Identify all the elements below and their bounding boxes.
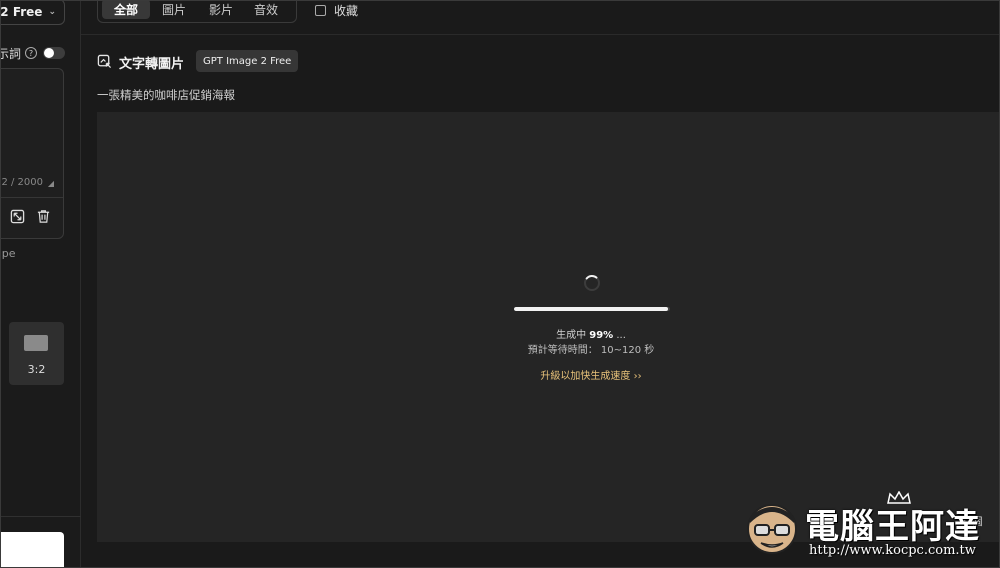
watermark: 電腦王阿達 http://www.kocpc.com.tw bbox=[743, 491, 999, 567]
app-window: 2 Free ⌄ 示詞 ? 2 / 2000 ◢ ape 3:2 bbox=[0, 0, 1000, 568]
ratio-option-3-2[interactable]: 3:2 bbox=[9, 322, 64, 385]
trash-icon[interactable] bbox=[36, 209, 51, 224]
status-suffix: ... bbox=[613, 330, 626, 341]
generate-button[interactable] bbox=[1, 532, 64, 567]
expand-icon[interactable] bbox=[10, 209, 25, 224]
resize-handle-icon[interactable]: ◢ bbox=[48, 179, 54, 188]
ratio-label: 3:2 bbox=[27, 363, 46, 376]
prompt-label-row: 示詞 ? bbox=[1, 45, 67, 61]
text-to-image-icon bbox=[97, 54, 112, 69]
favorites-label: 收藏 bbox=[334, 4, 359, 18]
aspect-label: ape bbox=[1, 247, 16, 260]
loading-spinner-icon bbox=[584, 275, 600, 291]
sidebar: 2 Free ⌄ 示詞 ? 2 / 2000 ◢ ape 3:2 bbox=[0, 1, 81, 567]
upgrade-link[interactable]: 升級以加快生成速度 ›› bbox=[441, 367, 741, 382]
help-icon[interactable]: ? bbox=[25, 47, 38, 59]
sidebar-divider bbox=[1, 516, 81, 517]
tab-images[interactable]: 圖片 bbox=[150, 1, 198, 19]
eta-text: 預計等待時間： 10~120 秒 bbox=[527, 345, 655, 356]
prompt-textarea[interactable]: 2 / 2000 ◢ bbox=[1, 68, 64, 239]
header-divider bbox=[81, 34, 999, 35]
favorites-checkbox[interactable] bbox=[315, 5, 326, 16]
tab-audio[interactable]: 音效 bbox=[244, 1, 288, 19]
mascot-logo-icon bbox=[747, 504, 797, 554]
tab-videos[interactable]: 影片 bbox=[198, 1, 244, 19]
watermark-url: http://www.kocpc.com.tw bbox=[809, 543, 976, 558]
task-title: 文字轉圖片 bbox=[119, 57, 185, 72]
prompt-label: 示詞 bbox=[1, 46, 22, 61]
model-select[interactable]: 2 Free ⌄ bbox=[0, 1, 65, 25]
model-select-value: 2 Free bbox=[0, 5, 43, 19]
filter-tabs: 全部 圖片 影片 音效 bbox=[97, 1, 297, 23]
progress-percent: 99% bbox=[589, 330, 614, 341]
chevron-down-icon: ⌄ bbox=[48, 7, 56, 17]
prompt-toggle[interactable] bbox=[43, 47, 66, 59]
favorites-filter[interactable]: 收藏 bbox=[315, 2, 358, 19]
model-badge: GPT Image 2 Free bbox=[196, 50, 299, 72]
prompt-divider bbox=[1, 197, 63, 198]
progress-fill bbox=[514, 307, 669, 311]
progress-bar bbox=[514, 307, 670, 311]
generation-status: 生成中 99% ... bbox=[441, 326, 741, 341]
char-count: 2 / 2000 bbox=[1, 177, 43, 188]
status-prefix: 生成中 bbox=[556, 330, 590, 341]
ratio-shape-icon bbox=[24, 335, 48, 351]
watermark-title: 電腦王阿達 bbox=[805, 507, 980, 547]
toggle-knob bbox=[44, 48, 55, 58]
tab-all[interactable]: 全部 bbox=[102, 1, 150, 19]
prompt-text: 一張精美的咖啡店促銷海報 bbox=[97, 88, 235, 102]
